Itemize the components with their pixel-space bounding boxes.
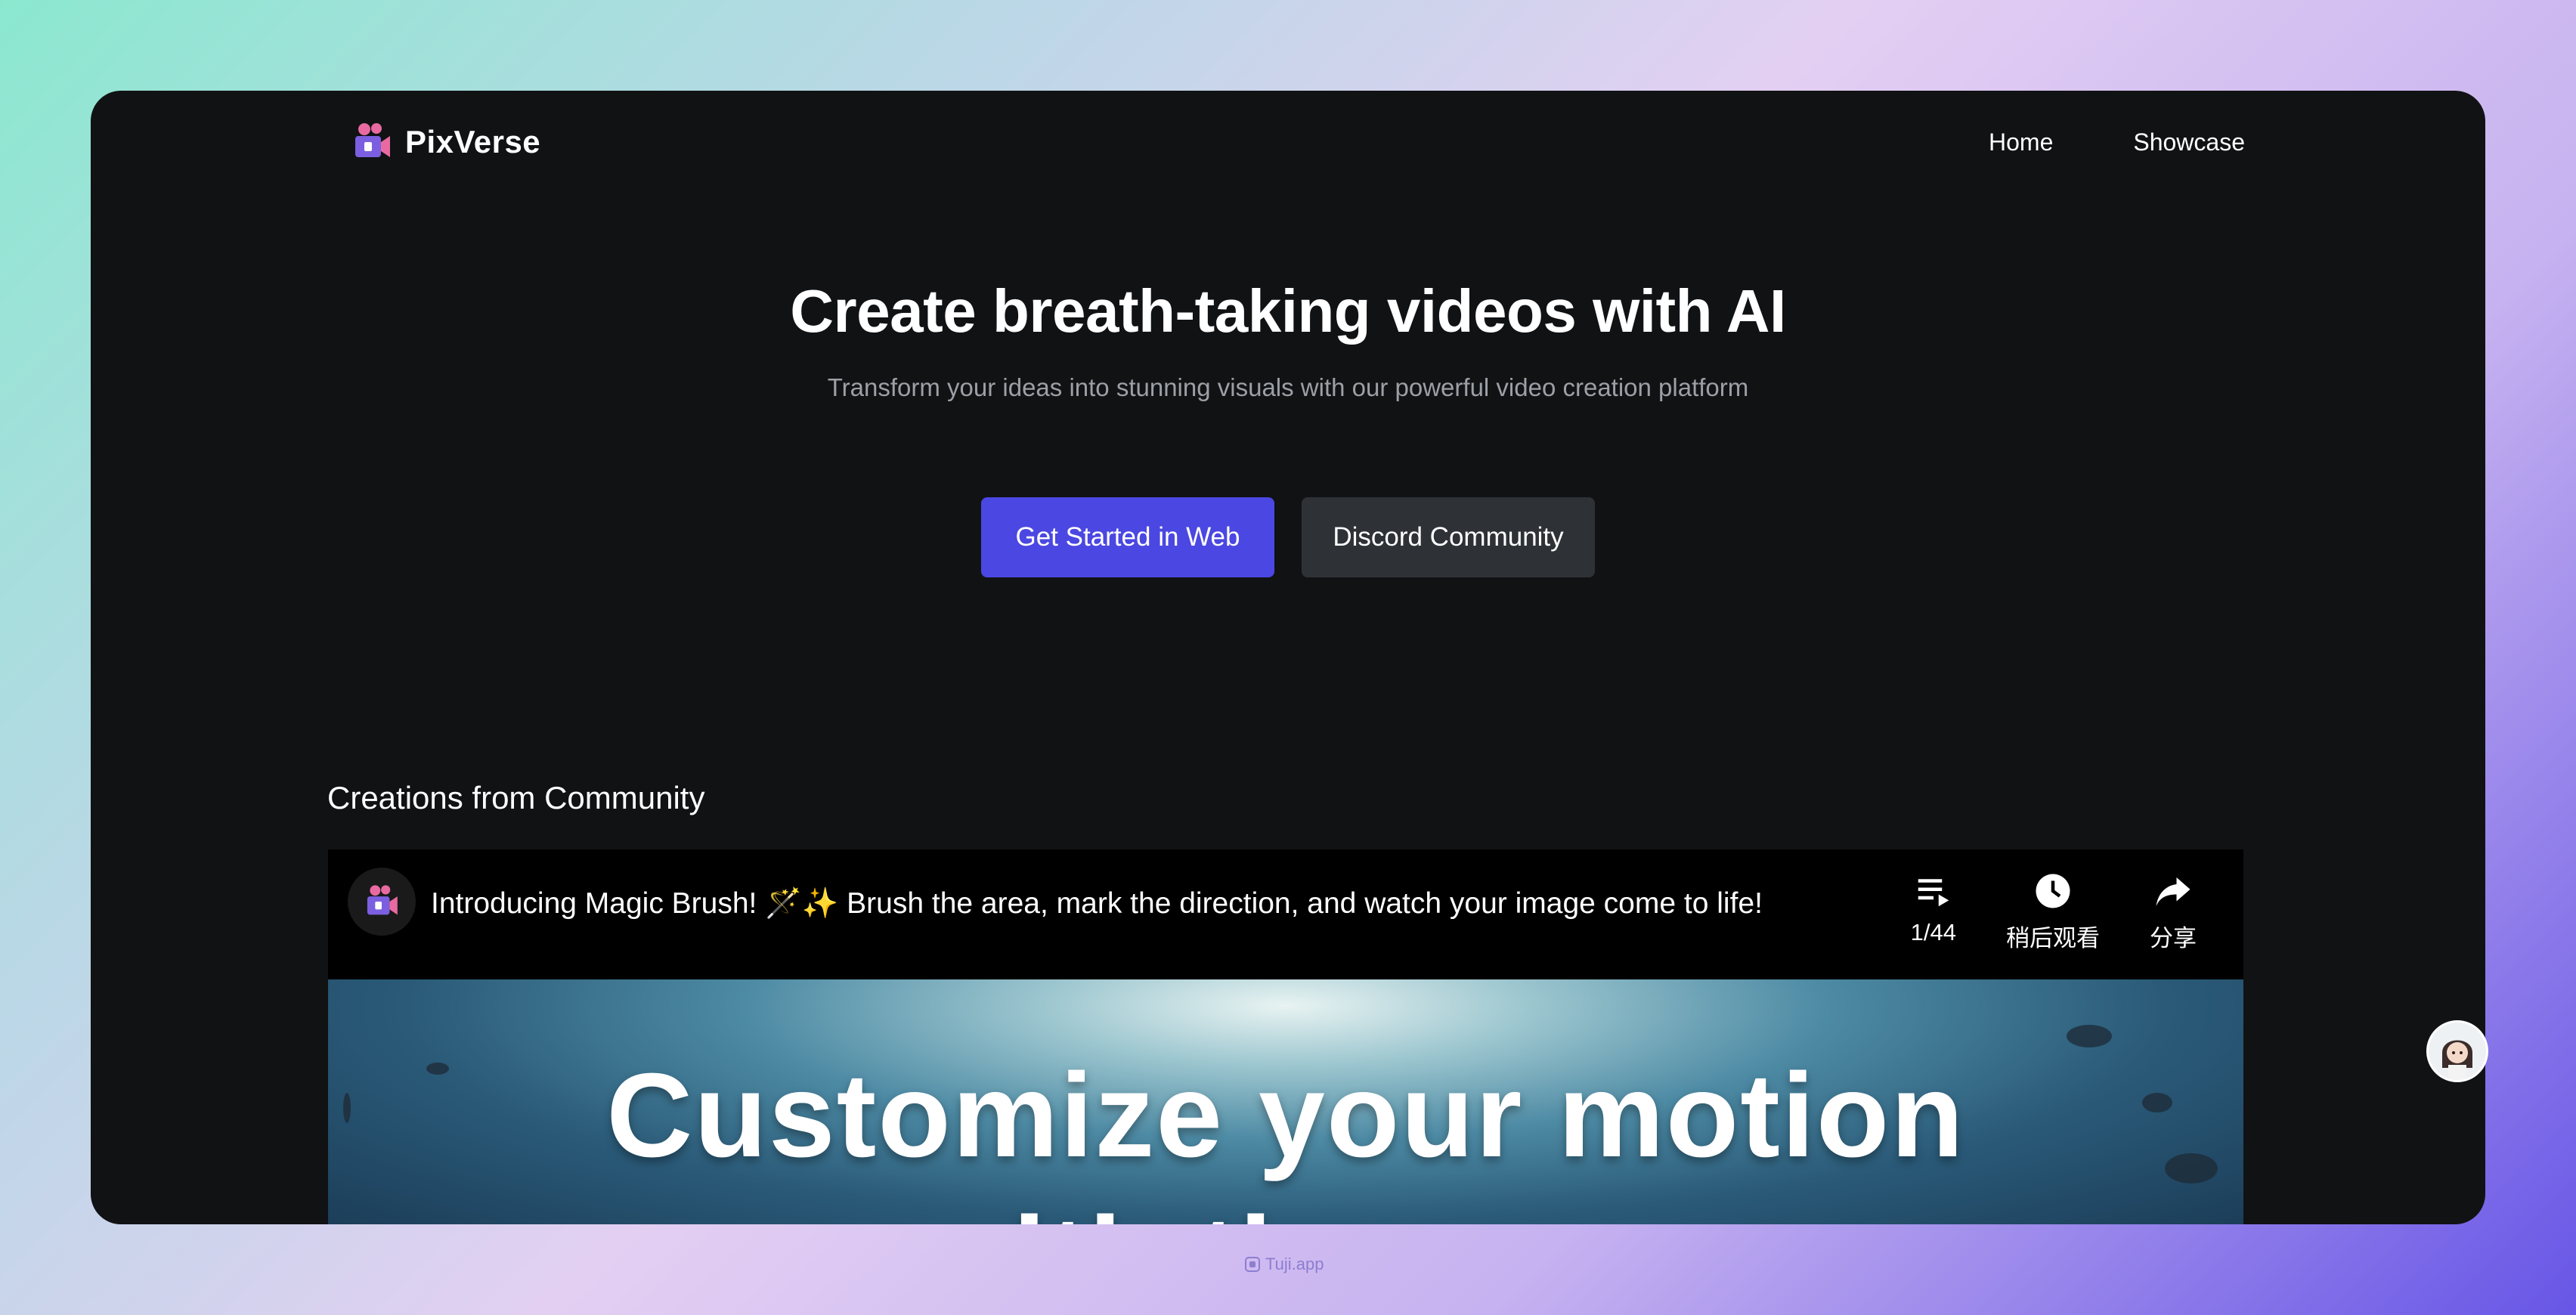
top-nav: Home Showcase [1989,128,2245,156]
share-button[interactable]: 分享 [2150,871,2197,953]
video-header: Introducing Magic Brush! 🪄✨ Brush the ar… [328,849,2243,979]
hero-title: Create breath-taking videos with AI [790,277,1786,345]
embedded-video-player[interactable]: Introducing Magic Brush! 🪄✨ Brush the ar… [328,849,2243,1224]
assistant-avatar-button[interactable] [2426,1020,2488,1082]
tuji-logo-icon [1245,1257,1260,1272]
watermark-text: Tuji.app [1265,1255,1324,1273]
clock-icon [2036,874,2070,908]
playlist-icon [1918,879,1949,907]
brand-name: PixVerse [405,124,541,159]
channel-avatar[interactable] [348,868,416,936]
watch-later-label: 稍后观看 [2006,925,2100,951]
watermark: Tuji.app [1244,1255,1324,1274]
video-title-link[interactable]: Introducing Magic Brush! 🪄✨ Brush the ar… [431,886,1763,921]
video-caption-line-1: Customize your motion [606,1049,1965,1182]
browser-window: PixVerse Home Showcase Create breath-tak… [91,91,2485,1224]
share-icon [2156,877,2191,907]
get-started-button[interactable]: Get Started in Web [981,497,1274,577]
nav-showcase-link[interactable]: Showcase [2133,128,2245,156]
playlist-count: 1/44 [1910,919,1956,945]
playlist-button[interactable]: 1/44 [1911,871,1956,953]
nav-home-link[interactable]: Home [1989,128,2053,156]
video-thumbnail[interactable]: Customize your motion with the new [328,979,2243,1224]
video-camera-icon [355,123,390,157]
assistant-avatar-icon [2429,1023,2486,1080]
hero-subtitle: Transform your ideas into stunning visua… [827,373,1749,401]
fish-shape [2067,1025,2112,1047]
cta-row: Get Started in Web Discord Community [91,497,2485,577]
channel-logo-icon [367,885,398,915]
brand-logo[interactable]: PixVerse [349,119,540,165]
video-actions: 1/44 稍后观看 分享 [1911,871,2197,953]
share-label: 分享 [2150,925,2197,951]
video-caption-line-2: with the new [328,1191,2243,1224]
discord-community-button[interactable]: Discord Community [1302,497,1595,577]
watch-later-button[interactable]: 稍后观看 [2006,871,2100,953]
community-section-title: Creations from Community [327,780,705,815]
